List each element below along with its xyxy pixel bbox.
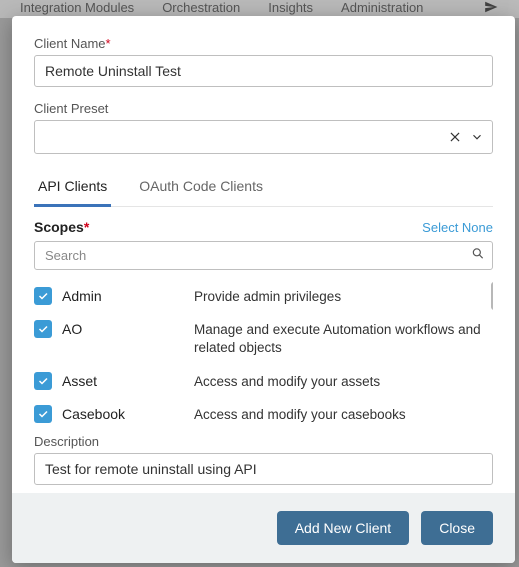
select-none-link[interactable]: Select None	[422, 220, 493, 235]
client-type-tabs: API Clients OAuth Code Clients	[34, 168, 493, 207]
client-preset-group: Client Preset	[34, 101, 493, 154]
close-button[interactable]: Close	[421, 511, 493, 545]
tab-api-clients[interactable]: API Clients	[34, 168, 111, 207]
chevron-down-icon[interactable]	[470, 130, 484, 144]
scopes-title: Scopes*	[34, 219, 89, 235]
description-label: Description	[34, 434, 493, 449]
nav-administration[interactable]: Administration	[341, 0, 423, 15]
client-name-label: Client Name*	[34, 36, 493, 51]
scrollbar-thumb[interactable]	[491, 282, 493, 310]
modal-footer: Add New Client Close	[12, 493, 515, 563]
scope-desc: Provide admin privileges	[194, 287, 341, 306]
description-group: Description	[34, 434, 493, 485]
scope-name: Admin	[62, 288, 102, 304]
add-new-client-button[interactable]: Add New Client	[277, 511, 410, 545]
client-preset-select[interactable]	[34, 120, 493, 154]
scope-row-asset: Asset Access and modify your assets	[34, 365, 493, 398]
scopes-search-input[interactable]	[34, 241, 493, 270]
scope-row-admin: Admin Provide admin privileges	[34, 280, 493, 313]
scope-checkbox[interactable]	[34, 405, 52, 423]
scope-desc: Access and modify your casebooks	[194, 405, 406, 424]
search-icon	[471, 246, 485, 265]
add-client-modal: Client Name* Client Preset API Clients O…	[12, 16, 515, 563]
nav-integration-modules[interactable]: Integration Modules	[20, 0, 134, 15]
scope-name: Asset	[62, 373, 97, 389]
client-name-input[interactable]	[34, 55, 493, 87]
scope-desc: Manage and execute Automation workflows …	[194, 320, 493, 357]
scope-checkbox[interactable]	[34, 372, 52, 390]
description-input[interactable]	[34, 453, 493, 485]
tab-oauth-code-clients[interactable]: OAuth Code Clients	[135, 168, 267, 207]
paper-plane-icon[interactable]	[483, 0, 499, 17]
scope-checkbox[interactable]	[34, 287, 52, 305]
scopes-list: Admin Provide admin privileges AO Manage…	[34, 280, 493, 428]
nav-insights[interactable]: Insights	[268, 0, 313, 15]
scope-desc: Access and modify your assets	[194, 372, 380, 391]
scope-name: AO	[62, 321, 82, 337]
client-name-group: Client Name*	[34, 36, 493, 87]
scope-name: Casebook	[62, 406, 125, 422]
scope-row-casebook: Casebook Access and modify your casebook…	[34, 398, 493, 428]
client-preset-label: Client Preset	[34, 101, 493, 116]
nav-orchestration[interactable]: Orchestration	[162, 0, 240, 15]
scope-checkbox[interactable]	[34, 320, 52, 338]
close-icon[interactable]	[448, 130, 462, 144]
scope-row-ao: AO Manage and execute Automation workflo…	[34, 313, 493, 364]
